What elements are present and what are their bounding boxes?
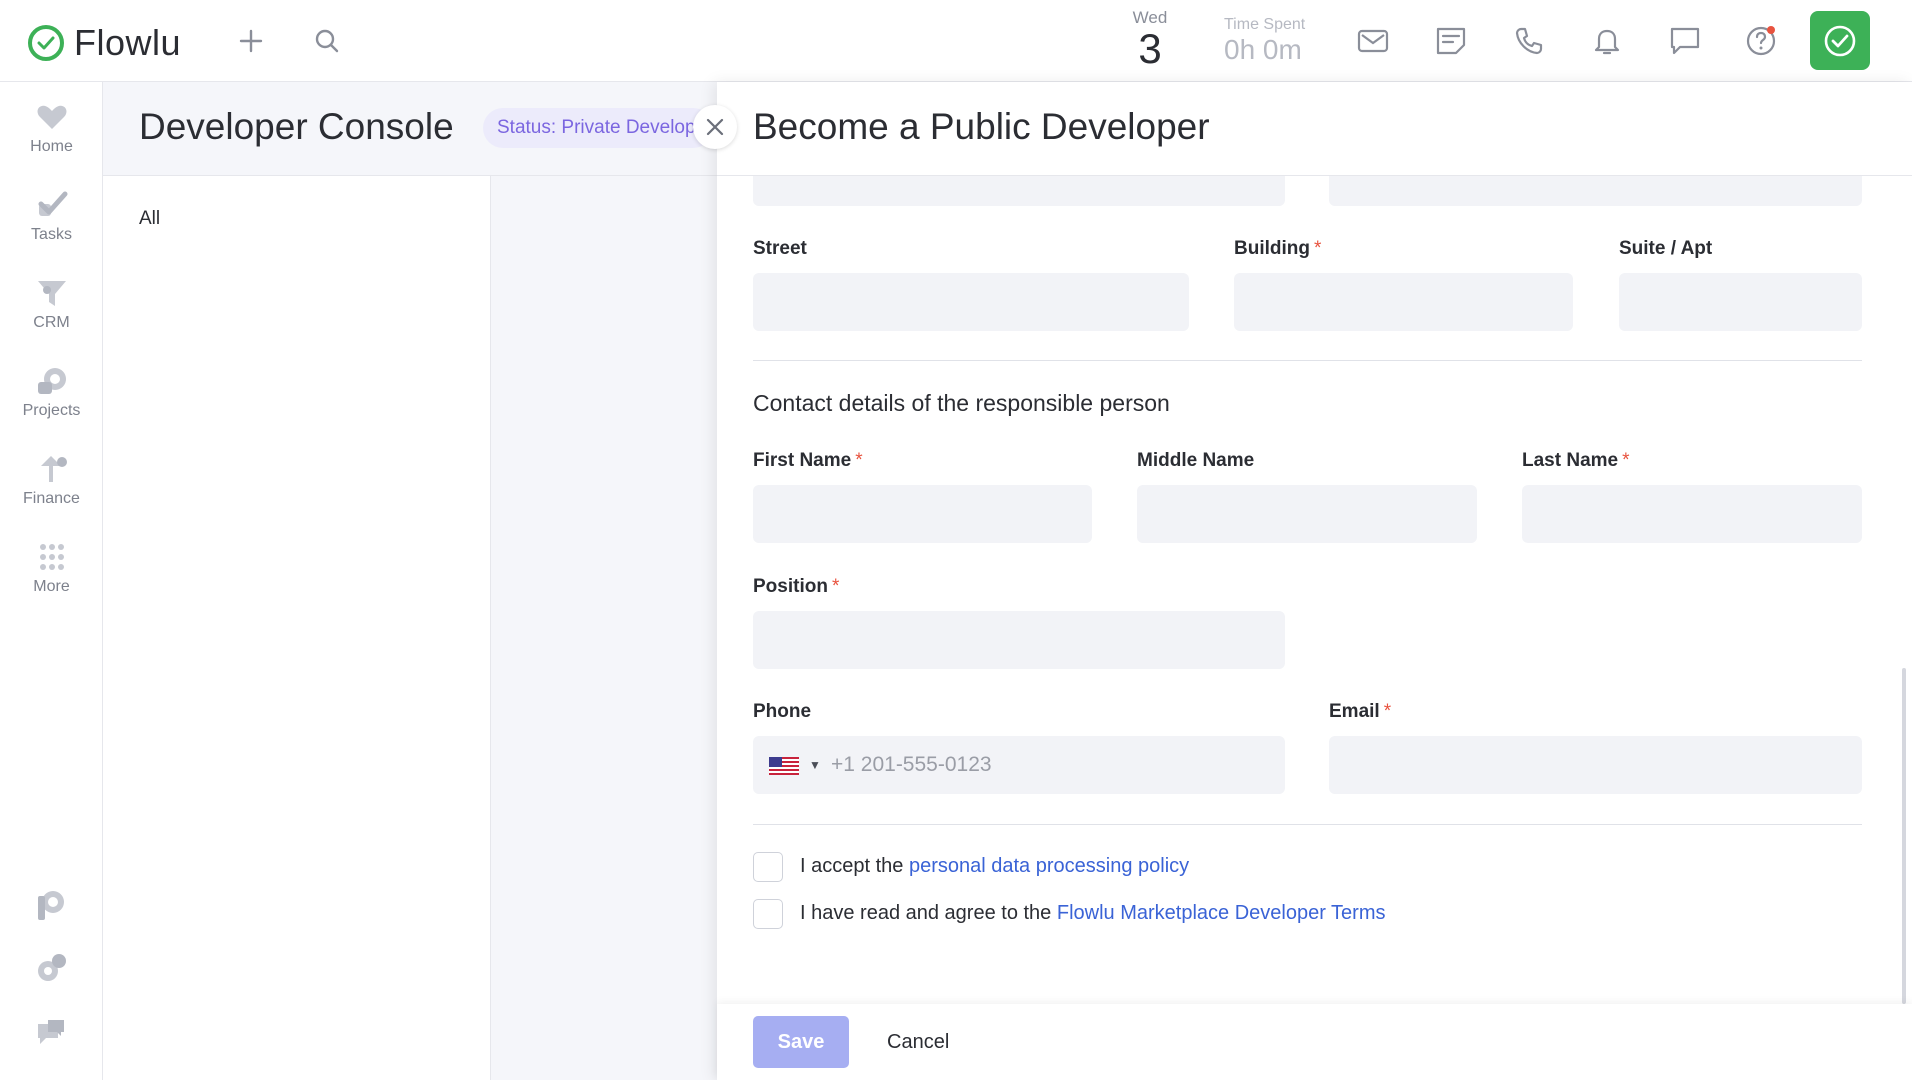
app-name: Flowlu xyxy=(74,22,182,63)
middle-name-field[interactable] xyxy=(1137,485,1477,543)
heart-icon xyxy=(35,102,69,132)
time-spent-value: 0h 0m xyxy=(1224,34,1302,65)
time-spent-label: Time Spent xyxy=(1224,16,1306,33)
support-chat-icon[interactable] xyxy=(34,1016,68,1050)
position-label: Position * xyxy=(753,576,840,597)
left-sidebar: Home Tasks CRM Projects Finance More xyxy=(0,82,103,1080)
become-public-developer-modal: Become a Public Developer Street Buildin… xyxy=(717,82,1912,1080)
first-name-label: First Name * xyxy=(753,450,863,471)
first-name-field[interactable] xyxy=(753,485,1092,543)
email-label: Email * xyxy=(1329,701,1392,722)
city-field[interactable] xyxy=(753,176,1285,206)
sidebar-item-more[interactable]: More xyxy=(0,542,103,596)
us-flag-icon[interactable] xyxy=(769,757,799,775)
sidebar-item-home[interactable]: Home xyxy=(0,102,103,156)
list-column xyxy=(491,176,717,1080)
contact-section-title: Contact details of the responsible perso… xyxy=(753,390,1170,416)
status-badge[interactable]: Status: Private Developer xyxy=(483,108,713,148)
p-logo-icon[interactable] xyxy=(34,888,68,922)
section-divider xyxy=(753,824,1862,825)
last-name-label: Last Name * xyxy=(1522,450,1630,471)
notification-dot xyxy=(1767,26,1775,34)
flowlu-logo[interactable]: Flowlu xyxy=(28,22,181,64)
terms-link[interactable]: Flowlu Marketplace Developer Terms xyxy=(1057,902,1386,924)
required-mark: * xyxy=(855,450,863,471)
sidebar-item-finance[interactable]: Finance xyxy=(0,454,103,508)
grid-dots-icon xyxy=(35,542,69,572)
note-icon[interactable] xyxy=(1434,24,1468,58)
close-icon[interactable] xyxy=(693,105,737,149)
logo-check-icon xyxy=(28,25,64,61)
phone-input[interactable] xyxy=(823,736,1273,794)
sidebar-label-home: Home xyxy=(30,138,73,155)
date-day: 3 xyxy=(1138,25,1162,72)
suite-label: Suite / Apt xyxy=(1619,238,1713,259)
phone-field-wrapper: ▼ xyxy=(753,736,1285,794)
chat-icon[interactable] xyxy=(1668,24,1702,58)
funnel-icon xyxy=(35,278,69,308)
required-mark: * xyxy=(1622,450,1630,471)
sidebar-label-projects: Projects xyxy=(22,402,81,419)
zip-field[interactable] xyxy=(1329,176,1862,206)
sidebar-item-tasks[interactable]: Tasks xyxy=(0,190,103,244)
sidebar-item-projects[interactable]: Projects xyxy=(0,366,103,420)
street-label: Street xyxy=(753,238,807,259)
help-icon[interactable] xyxy=(1744,24,1778,58)
policy-checkbox[interactable] xyxy=(753,852,783,882)
cancel-button[interactable]: Cancel xyxy=(867,1016,969,1068)
top-bar: Flowlu Wed 3 Time Spent 0h 0m xyxy=(0,0,1912,82)
settings-gear-icon[interactable] xyxy=(34,952,68,986)
section-divider xyxy=(753,360,1862,361)
middle-name-label: Middle Name xyxy=(1137,450,1255,471)
required-mark: * xyxy=(831,576,840,597)
modal-title: Become a Public Developer xyxy=(753,106,1210,147)
caret-down-icon[interactable]: ▼ xyxy=(809,758,821,772)
terms-checkbox[interactable] xyxy=(753,899,783,929)
bell-icon[interactable] xyxy=(1590,24,1624,58)
policy-link[interactable]: personal data processing policy xyxy=(909,855,1189,877)
building-field[interactable] xyxy=(1234,273,1573,331)
sidebar-label-crm: CRM xyxy=(33,314,70,331)
modal-footer: Save Cancel xyxy=(717,1004,1912,1080)
task-check-icon xyxy=(35,190,69,220)
last-name-field[interactable] xyxy=(1522,485,1862,543)
modal-header: Become a Public Developer xyxy=(717,82,1912,176)
projects-icon xyxy=(35,366,69,396)
required-mark: * xyxy=(1313,238,1322,259)
search-icon[interactable] xyxy=(310,24,344,58)
finance-arrow-icon xyxy=(35,454,69,484)
page-title: Developer Console xyxy=(139,106,454,147)
filter-column: All xyxy=(103,176,491,1080)
street-field[interactable] xyxy=(753,273,1189,331)
sidebar-label-finance: Finance xyxy=(23,490,80,507)
plus-icon[interactable] xyxy=(234,24,268,58)
mail-icon[interactable] xyxy=(1356,24,1390,58)
sidebar-item-crm[interactable]: CRM xyxy=(0,278,103,332)
filter-all[interactable]: All xyxy=(139,208,160,230)
sidebar-label-tasks: Tasks xyxy=(31,226,72,243)
phone-icon[interactable] xyxy=(1512,24,1546,58)
required-mark: * xyxy=(1383,701,1392,722)
check-icon[interactable] xyxy=(1810,11,1870,70)
position-field[interactable] xyxy=(753,611,1285,669)
phone-label: Phone xyxy=(753,701,812,722)
save-button[interactable]: Save xyxy=(753,1016,849,1068)
email-field[interactable] xyxy=(1329,736,1862,794)
terms-consent-text: I have read and agree to the Flowlu Mark… xyxy=(800,902,1386,924)
sidebar-label-more: More xyxy=(33,578,70,595)
time-spent[interactable]: Time Spent 0h 0m xyxy=(1224,16,1305,66)
policy-consent-text: I accept the personal data processing po… xyxy=(800,855,1190,877)
current-date[interactable]: Wed 3 xyxy=(1130,8,1170,70)
building-label: Building * xyxy=(1234,238,1322,259)
modal-scrollbar[interactable] xyxy=(1902,668,1906,1004)
suite-field[interactable] xyxy=(1619,273,1862,331)
